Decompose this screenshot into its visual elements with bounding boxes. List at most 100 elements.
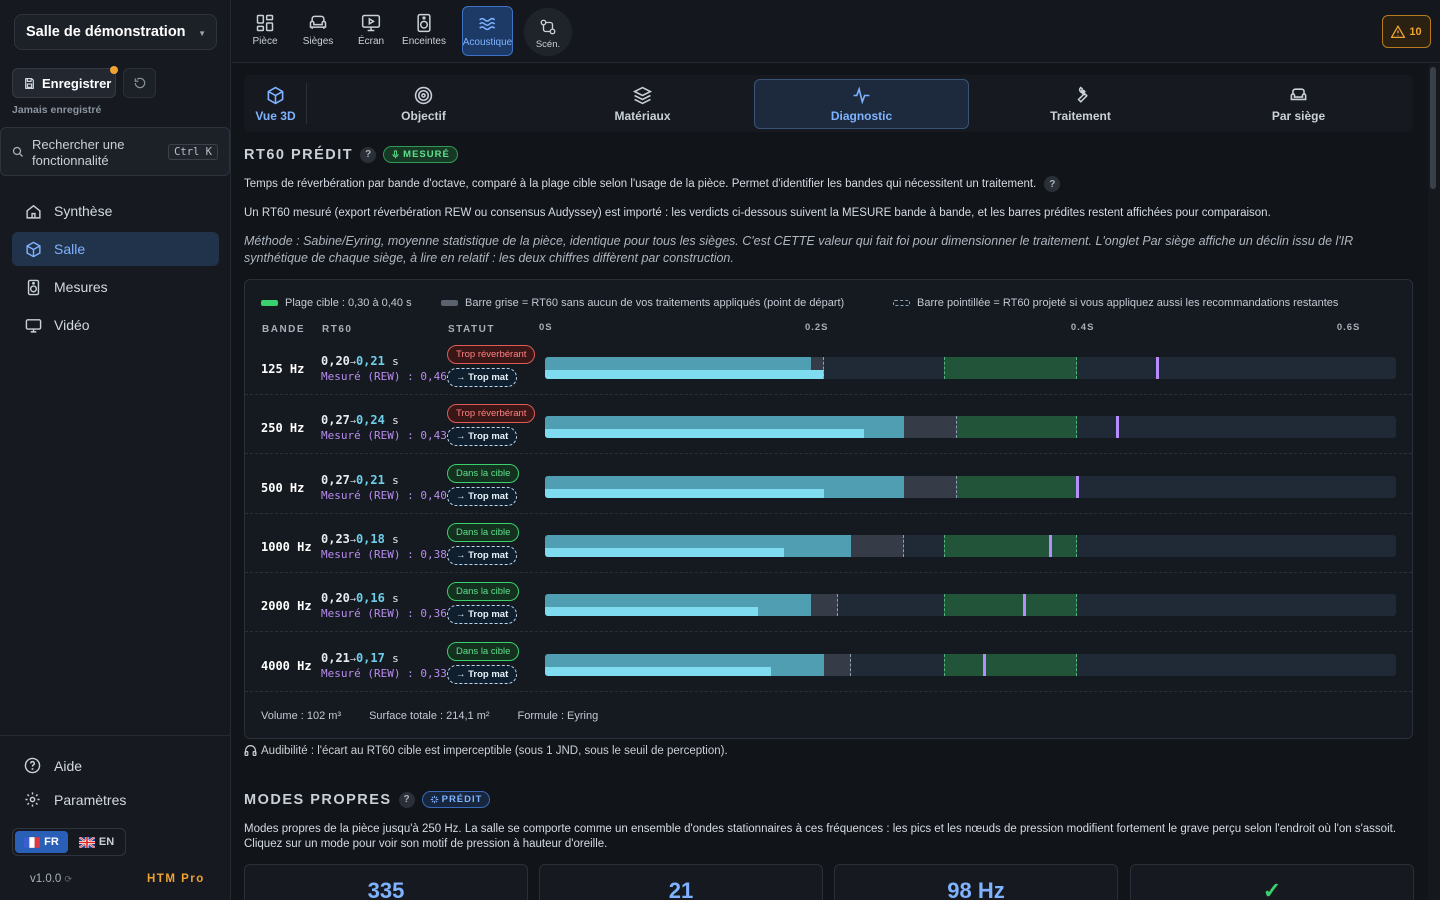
axis-tick: 0.4S <box>1070 322 1095 333</box>
band-label: 500 Hz <box>261 480 305 495</box>
tool-enceintes[interactable]: Enceintes <box>400 6 448 56</box>
projected-outline <box>545 534 905 557</box>
rt60-unit: s <box>392 532 399 546</box>
target-zone <box>943 594 1077 617</box>
projected-outline <box>545 475 958 498</box>
predicted-badge: PRÉDIT <box>421 791 491 808</box>
help-icon[interactable]: ? <box>398 791 415 808</box>
rt60-track <box>545 357 1396 379</box>
divider <box>0 735 230 736</box>
rt60-predicted: 0,21 <box>321 650 350 665</box>
rt60-projected: 0,16 <box>355 591 385 606</box>
speaker-icon <box>27 279 40 295</box>
help-icon[interactable]: ? <box>1044 176 1061 192</box>
undo-icon <box>134 77 145 89</box>
rt60-unit: s <box>392 651 399 665</box>
nav-item-synthese[interactable]: Synthèse <box>12 194 219 228</box>
warning-icon <box>1391 25 1406 38</box>
recommendation-badge[interactable]: → Trop mat <box>447 368 518 387</box>
nav-label: Paramètres <box>54 791 127 808</box>
chevron-down-icon: ▼ <box>198 29 206 38</box>
reset-button[interactable] <box>123 68 156 98</box>
lang-fr-button[interactable]: FR <box>15 831 68 853</box>
tool-piece[interactable]: Pièce <box>241 6 289 56</box>
lang-en-button[interactable]: EN <box>70 831 123 853</box>
tool-acoustique[interactable]: Acoustique <box>462 6 513 56</box>
cube-icon <box>267 86 284 104</box>
rt60-band-row: 500 Hz 0,27→0,21 sMesuré (REW) : 0,40s Dan… <box>245 455 1412 514</box>
save-button[interactable]: Enregistrer <box>12 68 116 98</box>
tab-traitement[interactable]: Traitement <box>974 79 1187 129</box>
tool-scenario[interactable]: Scén. <box>524 8 572 56</box>
scrollbar-thumb[interactable] <box>1430 67 1436 189</box>
recommendation-badge[interactable]: → Trop mat <box>447 545 518 565</box>
home-icon <box>26 204 41 219</box>
target-icon <box>414 86 433 104</box>
tab-objectif[interactable]: Objectif <box>317 79 530 129</box>
rt60-title: RT60 PRÉDIT <box>244 146 354 163</box>
tab-par-siege[interactable]: Par siège <box>1192 79 1405 129</box>
feature-search[interactable]: Rechercher une fonctionnalité Ctrl K <box>0 127 230 176</box>
modes-stat-card: 335 <box>244 864 528 900</box>
measured-marker <box>1155 357 1159 379</box>
room-name: Salle de démonstration <box>26 24 186 40</box>
save-icon <box>25 77 34 89</box>
lang-label: FR <box>44 836 59 848</box>
tool-sieges[interactable]: Sièges <box>294 6 342 56</box>
recommendation-badge[interactable]: → Trop mat <box>447 427 518 447</box>
scrollbar[interactable] <box>1428 64 1440 900</box>
nav-label: Aide <box>54 757 83 774</box>
rt60-unit: s <box>392 592 399 606</box>
modes-stat-card: 98 Hz <box>834 864 1118 900</box>
save-label: Enregistrer <box>42 75 112 91</box>
modes-title: MODES PROPRES <box>244 791 392 808</box>
measured-badge: MESURÉ <box>383 146 458 163</box>
rt60-description-text: Temps de réverbération par bande d'octav… <box>244 177 1037 190</box>
nav-item-mesures[interactable]: Mesures <box>12 270 219 304</box>
nav-item-aide[interactable]: Aide <box>24 757 82 774</box>
column-header-status: STATUT <box>448 324 495 335</box>
tab-diagnostic[interactable]: Diagnostic <box>754 79 969 129</box>
status-badge: Dans la cible <box>447 463 520 483</box>
help-icon[interactable]: ? <box>360 146 377 163</box>
room-selector[interactable]: Salle de démonstration ▼ <box>14 14 217 50</box>
rt60-values: 0,27→0,24 s <box>321 413 399 427</box>
tab-label: Diagnostic <box>830 108 893 123</box>
band-label: 1000 Hz <box>261 539 312 554</box>
status-badge: Trop réverbérant <box>447 404 536 424</box>
nav-item-parametres[interactable]: Paramètres <box>24 791 126 808</box>
rt60-values: 0,20→0,16 s <box>321 591 399 605</box>
recommendation-badge[interactable]: → Trop mat <box>447 664 518 684</box>
tab-materiaux[interactable]: Matériaux <box>536 79 749 129</box>
rt60-band-row: 4000 Hz 0,21→0,17 sMesuré (REW) : 0,33s Da… <box>245 633 1412 692</box>
axis-tick: 0.2S <box>804 322 829 333</box>
tool-ecran[interactable]: Écran <box>347 6 395 56</box>
scenario-icon <box>540 19 556 35</box>
recommendation-badge[interactable]: → Trop mat <box>447 605 518 625</box>
rt60-unit: s <box>392 414 399 428</box>
rt60-projected: 0,21 <box>355 354 385 368</box>
acoustics-tabs: Vue 3D Objectif Matériaux Diagnostic Tra… <box>244 75 1413 132</box>
rt60-method: Méthode : Sabine/Eyring, moyenne statist… <box>244 234 1354 265</box>
tool-label: Écran <box>357 36 385 47</box>
nav-item-salle[interactable]: Salle <box>12 232 219 266</box>
flag-uk-icon <box>78 836 95 848</box>
sparkle-icon <box>430 795 438 804</box>
rt60-values: 0,27→0,21 s <box>321 473 399 487</box>
rt60-band-row: 250 Hz 0,27→0,24 s Mesuré (REW) : 0,43s Tro… <box>245 395 1412 455</box>
rt60-predicted: 0,27 <box>321 472 350 487</box>
nav-item-video[interactable]: Vidéo <box>12 308 219 342</box>
legend-grey: Barre grise = RT60 sans aucun de vos tra… <box>441 297 844 309</box>
legend-swatch <box>261 300 278 306</box>
recommendation-badge[interactable]: → Trop mat <box>447 486 518 506</box>
tab-label: Par siège <box>1271 108 1326 123</box>
speaker-icon <box>417 13 431 33</box>
unsaved-indicator <box>110 66 118 74</box>
rt60-track <box>545 475 1396 498</box>
tab-vue-3d[interactable]: Vue 3D <box>248 79 303 129</box>
rt60-measured: Mesuré (REW) : 0,40s <box>321 488 453 502</box>
projected-outline <box>545 416 958 439</box>
armchair-icon <box>1290 87 1307 100</box>
band-label: 125 Hz <box>261 362 305 376</box>
warnings-button[interactable]: 10 <box>1382 15 1431 48</box>
